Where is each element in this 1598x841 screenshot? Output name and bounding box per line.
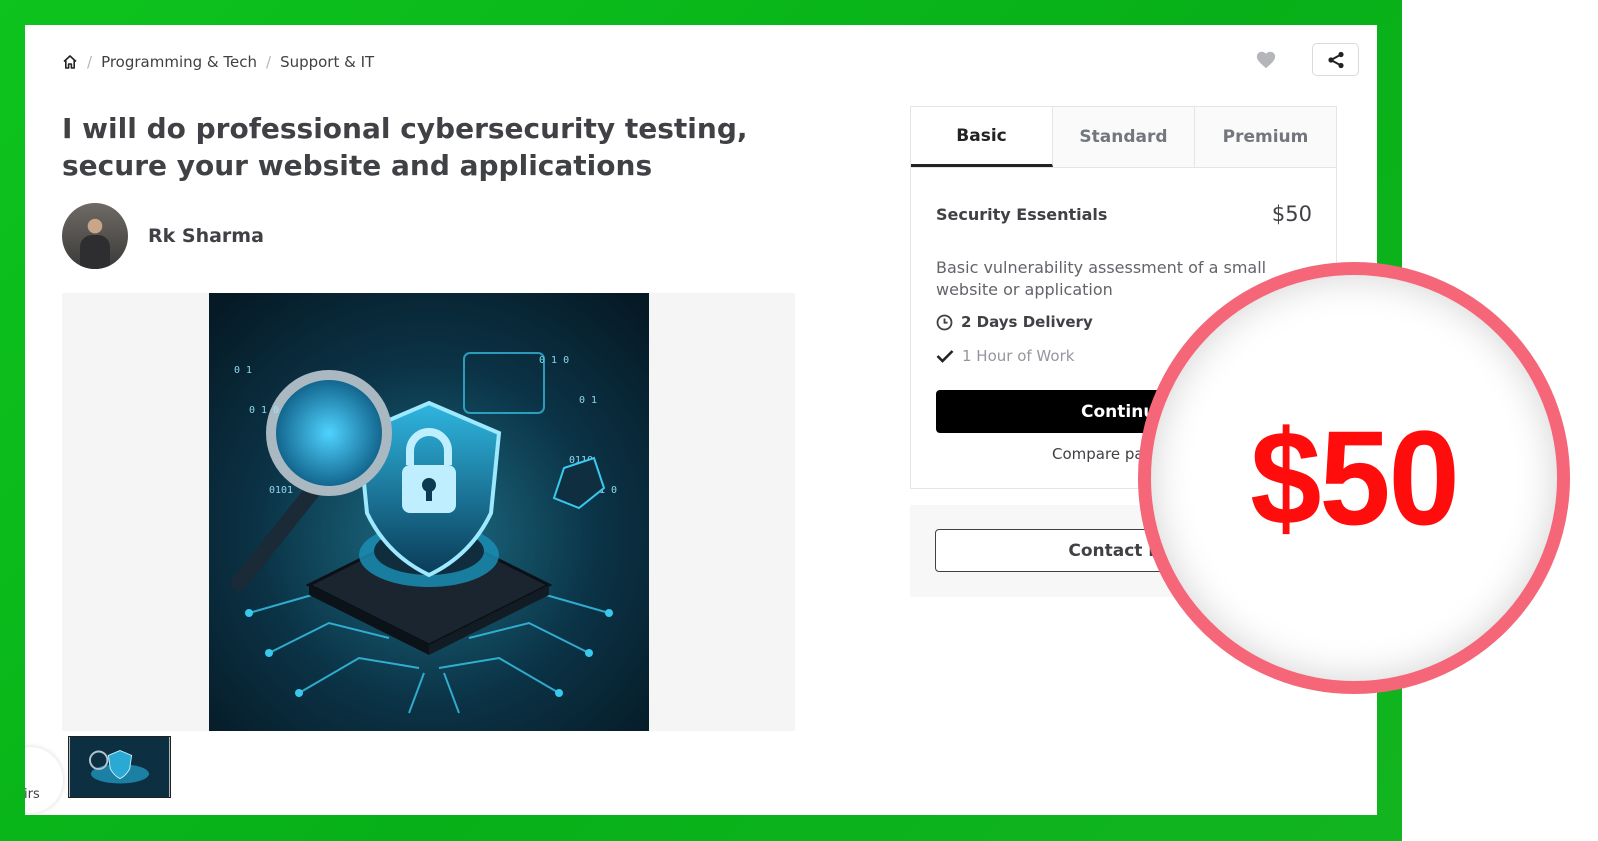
cybersecurity-image[interactable]: 0 10 1 00101 0 1 00 10110 1 0 — [209, 293, 649, 731]
check-icon — [936, 350, 954, 363]
tab-standard[interactable]: Standard — [1053, 107, 1195, 167]
gallery-thumbnail[interactable] — [68, 736, 171, 798]
chat-widget[interactable]: irs — [25, 747, 63, 813]
breadcrumb-separator: / — [87, 53, 93, 71]
svg-text:0 1 0: 0 1 0 — [249, 405, 279, 416]
package-price: $50 — [1271, 202, 1312, 226]
tab-premium[interactable]: Premium — [1195, 107, 1336, 167]
heart-icon[interactable] — [1255, 49, 1277, 71]
svg-text:0101: 0101 — [269, 485, 293, 496]
price-badge-text: $50 — [1250, 402, 1460, 554]
breadcrumb-programming-tech[interactable]: Programming & Tech — [101, 53, 257, 71]
package-tabs: Basic Standard Premium — [911, 107, 1336, 168]
breadcrumb-separator: / — [266, 53, 272, 71]
breadcrumb: / Programming & Tech / Support & IT — [62, 53, 374, 71]
clock-icon — [936, 314, 953, 330]
tab-basic[interactable]: Basic — [911, 107, 1053, 167]
package-header: Security Essentials $50 — [936, 202, 1312, 226]
package-name: Security Essentials — [936, 204, 1108, 224]
price-badge: $50 — [1138, 262, 1570, 694]
chat-label: irs — [25, 787, 40, 802]
work-hours: 1 Hour of Work — [936, 347, 1074, 365]
svg-text:0 1: 0 1 — [579, 395, 597, 406]
seller-name[interactable]: Rk Sharma — [148, 225, 264, 247]
gig-title: I will do professional cybersecurity tes… — [62, 112, 748, 182]
seller-avatar[interactable] — [62, 203, 128, 269]
package-description: Basic vulnerability assessment of a smal… — [936, 258, 1267, 299]
delivery-label: 2 Days Delivery — [961, 313, 1093, 331]
share-icon — [1327, 51, 1344, 68]
share-button[interactable] — [1312, 43, 1359, 76]
gig-gallery: 0 10 1 0 0101 0 1 00 1 0110 1 0 — [62, 293, 795, 731]
seller-info: Rk Sharma — [62, 203, 264, 269]
breadcrumb-support-it[interactable]: Support & IT — [280, 53, 374, 71]
work-hours-label: 1 Hour of Work — [962, 347, 1075, 365]
home-icon[interactable] — [62, 54, 78, 70]
delivery-time: 2 Days Delivery — [936, 313, 1093, 331]
svg-text:0 1: 0 1 — [234, 365, 252, 376]
